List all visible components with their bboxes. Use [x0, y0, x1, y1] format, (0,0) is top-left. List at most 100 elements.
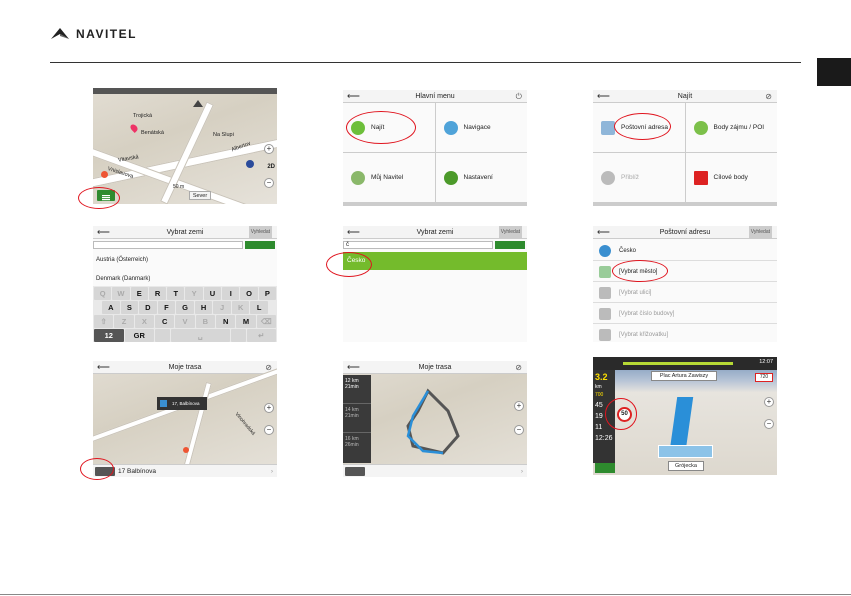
shift-key[interactable]: ⇧	[94, 315, 114, 328]
zoom-out-icon[interactable]: −	[514, 425, 524, 435]
top-bar: ⟵ Vybrat zemi Vyhledat	[343, 226, 527, 239]
chevron-right-icon[interactable]: ›	[521, 465, 523, 477]
key[interactable]: O	[240, 287, 258, 300]
route-option[interactable]: 14 km 21min	[343, 404, 371, 433]
key[interactable]	[155, 329, 170, 342]
key[interactable]: Z	[114, 315, 134, 328]
key[interactable]: P	[258, 287, 276, 300]
chevron-right-icon[interactable]: ›	[271, 465, 273, 477]
key[interactable]: F	[157, 301, 176, 314]
direction-button[interactable]: Sever	[189, 191, 211, 200]
screen-title: Vybrat zemi	[166, 229, 204, 236]
key[interactable]: K	[231, 301, 250, 314]
key[interactable]: L	[250, 301, 268, 314]
find-label: Body zájmu / POI	[713, 124, 765, 131]
key[interactable]: D	[139, 301, 157, 314]
route-list: 12 km 21min 14 km 21min 16 km 26min	[343, 375, 371, 463]
key[interactable]: A	[102, 301, 120, 314]
view-mode-toggle[interactable]: 2D	[267, 164, 275, 170]
keyboard-toggle-button[interactable]	[495, 241, 525, 249]
find-item-nearby[interactable]: Přiblíž	[593, 153, 685, 202]
back-icon[interactable]: ⟵	[597, 90, 610, 103]
highlight-circle	[80, 458, 114, 480]
menu-item-navigation[interactable]: Navigace	[435, 103, 527, 152]
row-label: [Vybrat křižovatku]	[619, 331, 669, 338]
screen-select-country: ⟵ Vybrat zemi Vyhledat č Česko	[343, 226, 527, 342]
key[interactable]: W	[112, 287, 130, 300]
enter-icon[interactable]: ↵	[246, 329, 276, 342]
key[interactable]: X	[134, 315, 154, 328]
back-icon[interactable]: ⟵	[347, 226, 360, 239]
key[interactable]: N	[216, 315, 236, 328]
gps-off-icon[interactable]: ⊘	[765, 90, 772, 103]
key[interactable]: J	[213, 301, 231, 314]
find-item-poi[interactable]: Body zájmu / POI	[685, 103, 777, 152]
key[interactable]: Y	[185, 287, 203, 300]
list-item[interactable]: Denmark (Danmark)	[96, 276, 150, 282]
key[interactable]: S	[120, 301, 139, 314]
key[interactable]: I	[222, 287, 240, 300]
street-label: Benátská	[141, 130, 164, 136]
find-item-destinations[interactable]: Cílové body	[685, 153, 777, 202]
zoom-in-icon[interactable]: +	[514, 401, 524, 411]
top-bar: ⟵ Najít ⊘	[593, 90, 777, 103]
poi-marker-icon[interactable]	[129, 123, 139, 133]
zoom-in-icon[interactable]: +	[764, 397, 774, 407]
poi-marker-icon[interactable]	[183, 447, 189, 453]
menu-item-my-navitel[interactable]: Můj Navitel	[343, 153, 435, 202]
flag-icon	[693, 170, 708, 185]
search-action-button[interactable]: Vyhledat	[748, 226, 772, 239]
power-icon[interactable]: ⏻	[516, 90, 522, 103]
zoom-out-icon[interactable]: −	[264, 425, 274, 435]
key[interactable]: T	[167, 287, 185, 300]
compass-icon[interactable]	[193, 100, 203, 107]
key[interactable]: E	[130, 287, 148, 300]
zoom-out-icon[interactable]: −	[264, 178, 274, 188]
top-bar: ⟵ Hlavní menu ⏻	[343, 90, 527, 103]
language-key[interactable]: GR	[124, 329, 154, 342]
search-action-button[interactable]: Vyhledat	[498, 226, 522, 239]
gps-off-icon[interactable]: ⊘	[515, 361, 522, 374]
key[interactable]: U	[203, 287, 222, 300]
zoom-out-icon[interactable]: −	[764, 419, 774, 429]
key[interactable]: C	[155, 315, 175, 328]
list-item[interactable]: Austria (Österreich)	[96, 257, 148, 263]
back-icon[interactable]: ⟵	[347, 90, 360, 103]
menu-item-settings[interactable]: Nastavení	[435, 153, 527, 202]
keyboard-toggle-button[interactable]	[245, 241, 275, 249]
address-row-crossroad[interactable]: [Vybrat křižovatku]	[593, 325, 777, 342]
turn-distance: 700	[595, 392, 604, 398]
address-row-country[interactable]: Česko	[593, 241, 777, 261]
zoom-in-icon[interactable]: +	[264, 403, 274, 413]
zoom-in-icon[interactable]: +	[264, 144, 274, 154]
numbers-key[interactable]: 12	[94, 329, 124, 342]
back-icon[interactable]: ⟵	[97, 361, 110, 374]
search-input[interactable]	[93, 241, 243, 249]
route-option[interactable]: 12 km 21min	[343, 375, 371, 404]
pin-icon	[601, 170, 615, 185]
address-row-street[interactable]: [Vybrat ulici]	[593, 283, 777, 303]
poi-marker-icon[interactable]	[101, 171, 108, 178]
search-input[interactable]: č	[343, 241, 493, 249]
key[interactable]: R	[148, 287, 167, 300]
address-row-building[interactable]: [Vybrat číslo budovy]	[593, 304, 777, 324]
key[interactable]: G	[176, 301, 194, 314]
key[interactable]: H	[194, 301, 213, 314]
back-icon[interactable]: ⟵	[347, 361, 360, 374]
clock: 12:07	[759, 359, 773, 365]
route-point-icon	[160, 400, 167, 407]
menu-button[interactable]	[595, 463, 615, 473]
key[interactable]: B	[195, 315, 215, 328]
key[interactable]: V	[175, 315, 195, 328]
backspace-icon[interactable]: ⌫	[256, 315, 276, 328]
key[interactable]: Q	[94, 287, 112, 300]
back-icon[interactable]: ⟵	[97, 226, 110, 239]
key[interactable]: M	[236, 315, 256, 328]
highlight-circle	[326, 252, 372, 277]
route-button[interactable]	[345, 467, 365, 476]
route-option[interactable]: 16 km 26min	[343, 433, 371, 462]
search-action-button[interactable]: Vyhledat	[248, 226, 272, 239]
space-key[interactable]: ␣	[170, 329, 230, 342]
back-icon[interactable]: ⟵	[597, 226, 610, 239]
key[interactable]	[230, 329, 246, 342]
